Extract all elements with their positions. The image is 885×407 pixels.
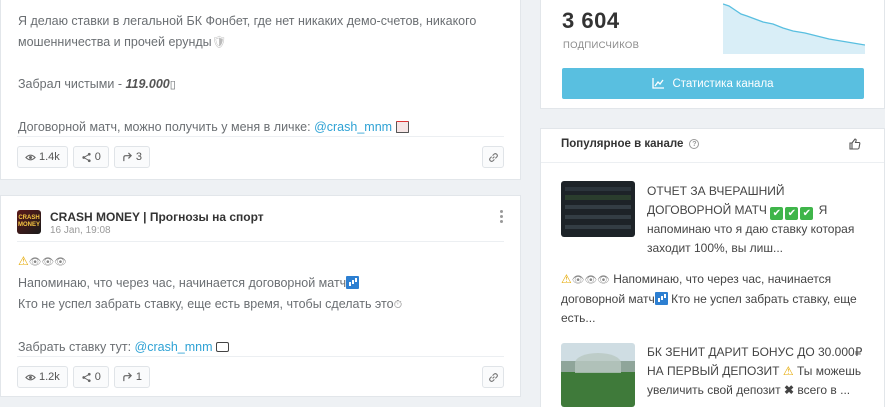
popular-item-1-text[interactable]: ОТЧЕТ ЗА ВЧЕРАШНИЙ ДОГОВОРНОЙ МАТЧ ✔ ✔ ✔ Я…: [647, 182, 854, 258]
repost-icon: [123, 371, 132, 381]
help-icon[interactable]: ?: [689, 139, 700, 149]
popular-item-3-line-2-suffix: Ты можешь: [796, 364, 862, 378]
chart-bars-icon: [654, 292, 668, 305]
views-button[interactable]: 1.4k: [17, 146, 68, 168]
popular-item-2-line-3: есть...: [561, 311, 596, 325]
post-2-line-3-prefix: Забрать ставку тут:: [18, 340, 135, 354]
post-1-line-1: Я делаю ставки в легальной БК Фонбет, гд…: [18, 14, 477, 28]
post-2-divider: [17, 356, 504, 357]
post-2-contact-link[interactable]: @crash_mnm: [135, 340, 213, 354]
popular-item-1-line-3: напоминаю что я даю ставку которая: [647, 222, 855, 236]
check-mark-icon: ✔: [770, 207, 784, 220]
post-1-contact-link[interactable]: @crash_mnm: [314, 120, 392, 134]
shares-button[interactable]: 0: [72, 366, 109, 388]
post-2-stats: 1.2k 0 1: [17, 366, 151, 388]
post-2-header: CRASH MONEY CRASH MONEY | Прогнозы на сп…: [17, 210, 264, 236]
shield-icon: 🛡: [211, 35, 227, 49]
more-options-icon[interactable]: [498, 210, 504, 223]
repost-icon: [123, 151, 132, 161]
popular-item-1-line-1: ОТЧЕТ ЗА ВЧЕРАШНИЙ: [647, 184, 785, 198]
popular-item-2-line-2: договорной матч: [561, 292, 655, 306]
thumb-screen-lines: [565, 187, 631, 231]
views-count: 1.4k: [39, 151, 60, 163]
post-card-2: CRASH MONEY CRASH MONEY | Прогнозы на сп…: [0, 195, 521, 397]
popular-item-1-thumbnail[interactable]: [561, 181, 635, 237]
post-2-line-1: Напоминаю, что через час, начинается дог…: [18, 276, 347, 290]
shares-button[interactable]: 0: [72, 146, 109, 168]
shares-count: 0: [94, 371, 101, 383]
unknown-glyph-icon: ▯: [169, 79, 176, 91]
shares-count: 0: [94, 151, 101, 163]
post-2-line-2: Кто не успел забрать ставку, еще есть вр…: [18, 297, 394, 311]
popular-title: Популярное в канале: [561, 138, 684, 150]
popular-item-1-line-2: ДОГОВОРНОЙ МАТЧ: [647, 203, 767, 217]
avatar-text: CRASH MONEY: [17, 215, 40, 228]
speech-bubble-icon: [216, 342, 230, 352]
post-1-text: Я делаю ставки в легальной БК Фонбет, гд…: [18, 11, 476, 138]
stopwatch-icon: ⏱: [393, 299, 403, 311]
channel-stats-button[interactable]: Статистика канала: [562, 68, 864, 99]
reposts-count: 1: [135, 371, 143, 383]
views-button[interactable]: 1.2k: [17, 366, 68, 388]
popular-item-3-thumbnail[interactable]: [561, 343, 635, 407]
check-mark-icon: ✔: [800, 207, 814, 220]
subscriber-count: 3 604: [562, 8, 620, 33]
post-1-stats: 1.4k 0 3: [17, 146, 151, 168]
link-icon: [488, 372, 498, 382]
link-icon: [488, 152, 498, 162]
post-1-line-2: мошенничества и прочей ерунды: [18, 35, 212, 49]
popular-item-2-line-1: Напоминаю, что через час, начинается: [613, 272, 832, 286]
post-1-line-4-prefix: Договорной матч, можно получить у меня в…: [18, 120, 315, 134]
popular-item-3-text[interactable]: БК ЗЕНИТ ДАРИТ БОНУС ДО 30.000₽ НА ПЕРВЫ…: [647, 343, 862, 400]
popular-item-3-line-2: НА ПЕРВЫЙ ДЕПОЗИТ: [647, 364, 780, 378]
popular-item-1-line-4: заходит 100%, вы лиш...: [647, 241, 784, 255]
subscriber-label: ПОДПИСЧИКОВ: [563, 40, 640, 51]
reposts-button[interactable]: 1: [113, 366, 151, 388]
warning-icon: ⚠: [561, 272, 572, 286]
subscriber-sparkline: [723, 3, 865, 54]
post-1-divider: [17, 136, 504, 137]
popular-item-3-line-1: БК ЗЕНИТ ДАРИТ БОНУС ДО 30.000₽: [647, 345, 863, 359]
eye-icon: [25, 374, 36, 380]
copy-link-button[interactable]: [482, 146, 504, 168]
eye-icon: [25, 154, 36, 160]
views-count: 1.2k: [39, 371, 60, 383]
post-1-amount: 119.000: [125, 77, 170, 91]
warning-icon: ⚠: [18, 254, 29, 268]
reposts-button[interactable]: 3: [113, 146, 151, 168]
inbox-icon: [395, 121, 409, 133]
popular-divider: [541, 162, 884, 163]
chart-bars-icon: [346, 276, 360, 289]
channel-name[interactable]: CRASH MONEY | Прогнозы на спорт: [50, 210, 264, 224]
eyes-icon: 👁👁👁: [571, 275, 610, 286]
popular-item-1-line-2-suffix: Я: [818, 203, 828, 217]
check-mark-icon: ✔: [785, 207, 799, 220]
eyes-icon: 👁👁👁: [28, 257, 67, 268]
post-2-header-divider: [17, 241, 504, 242]
warning-icon: ⚠: [782, 364, 794, 378]
reposts-count: 3: [135, 151, 143, 163]
stadium-stands: [575, 353, 621, 373]
popular-item-3-line-3-suffix: всего в ...: [797, 383, 851, 397]
post-card-1: Я делаю ставки в легальной БК Фонбет, гд…: [0, 0, 521, 180]
crossed-swords-icon: ✖: [783, 383, 795, 397]
thumbs-up-icon[interactable]: [849, 138, 861, 150]
subscribers-card: 3 604 ПОДПИСЧИКОВ Статистика канала: [540, 0, 885, 109]
popular-item-2-text[interactable]: ⚠👁👁👁 Напоминаю, что через час, начинаетс…: [561, 270, 857, 328]
post-date: 16 Jan, 19:08: [50, 225, 111, 236]
channel-stats-label: Статистика канала: [672, 77, 774, 90]
chart-line-icon: [652, 78, 665, 89]
post-2-text: ⚠👁👁👁 Напоминаю, что через час, начинаетс…: [18, 251, 402, 358]
copy-link-button[interactable]: [482, 366, 504, 388]
popular-title-row: Популярное в канале ?: [561, 138, 700, 150]
popular-item-2-line-2-suffix: Кто не успел забрать ставку, еще: [671, 292, 857, 306]
share-icon: [82, 372, 91, 382]
channel-avatar[interactable]: CRASH MONEY: [17, 210, 41, 234]
post-1-line-3-prefix: Забрал чистыми -: [18, 77, 126, 91]
popular-item-3-line-3-prefix: увеличить свой депозит: [647, 383, 781, 397]
share-icon: [82, 152, 91, 162]
